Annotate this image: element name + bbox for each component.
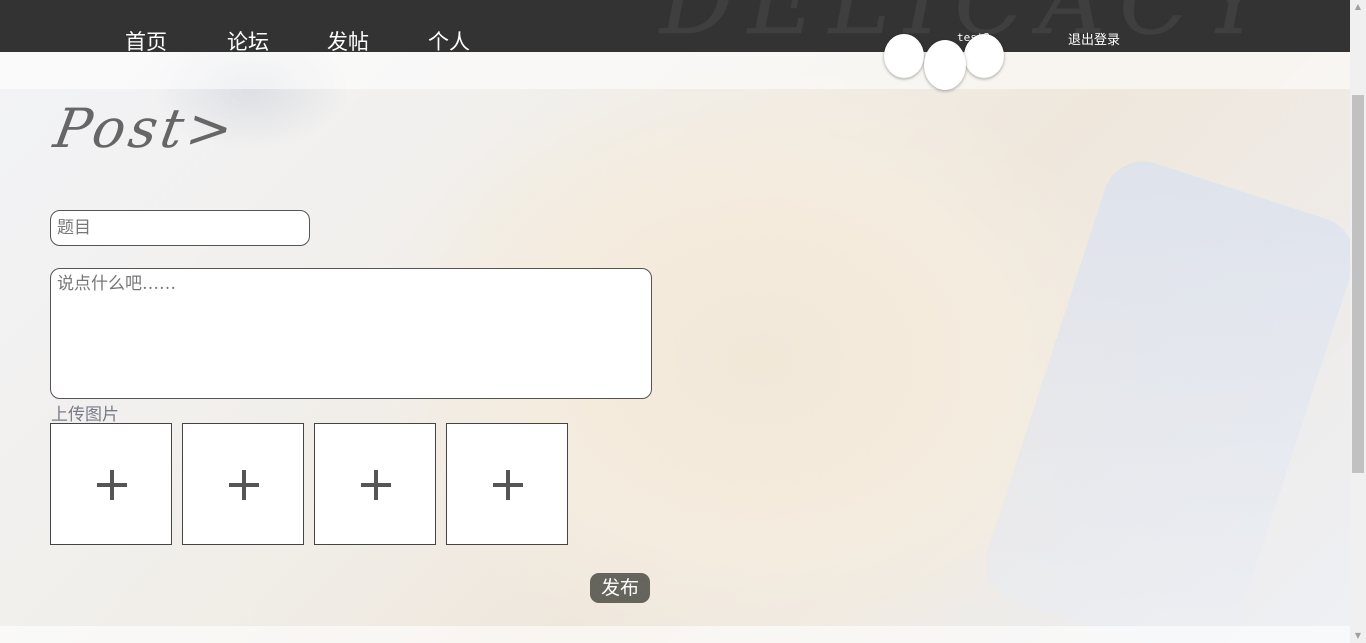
scroll-down-arrow-icon[interactable]: ▼ [1353,631,1363,641]
logo-flower-decoration [884,34,1008,94]
scroll-up-arrow-icon[interactable]: ▲ [1353,2,1363,12]
plus-icon [97,470,127,500]
plus-icon [361,470,391,500]
upload-slot-2[interactable] [182,423,304,545]
plus-icon [229,470,259,500]
publish-button[interactable]: 发布 [590,573,650,603]
plus-icon [493,470,523,500]
upload-slot-1[interactable] [50,423,172,545]
nav-item-post[interactable]: 发帖 [327,26,369,52]
top-nav-bar: DELICACY 首页 论坛 发帖 个人 test2 退出登录 [0,0,1350,52]
upload-label: 上传图片 [51,405,119,425]
scrollbar-thumb[interactable] [1352,95,1364,473]
nav-item-profile[interactable]: 个人 [428,26,470,52]
page-title: Post> [49,97,242,160]
nav-item-forum[interactable]: 论坛 [227,26,269,52]
title-input[interactable] [50,210,310,246]
nav-item-home[interactable]: 首页 [125,26,167,52]
upload-slot-3[interactable] [314,423,436,545]
logout-link[interactable]: 退出登录 [1068,29,1120,48]
content-textarea[interactable] [50,268,652,399]
upload-slot-4[interactable] [446,423,568,545]
